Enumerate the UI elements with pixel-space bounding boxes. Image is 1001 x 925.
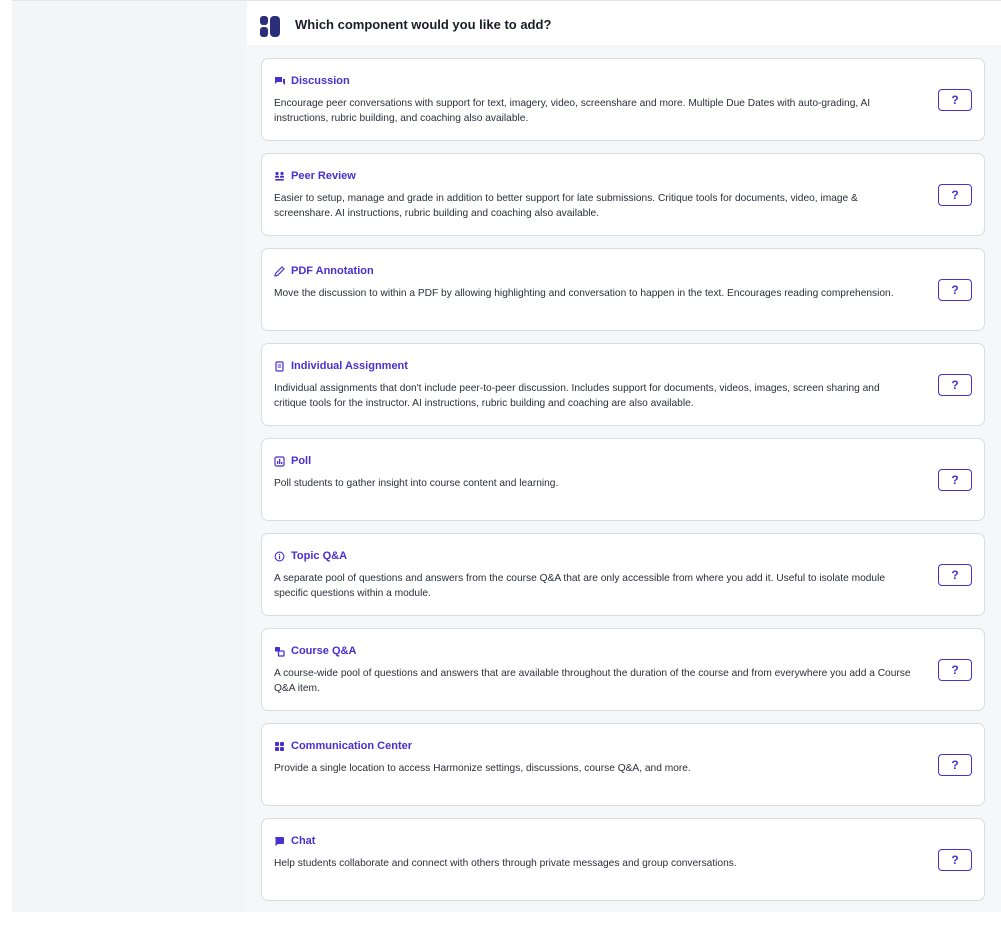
component-title-link[interactable]: Course Q&A (274, 645, 356, 657)
component-title-link[interactable]: Discussion (274, 75, 350, 87)
component-title: Individual Assignment (291, 360, 408, 372)
help-button[interactable]: ? (938, 89, 972, 111)
info-circle-icon (274, 551, 285, 561)
component-title: Discussion (291, 75, 350, 87)
discussion-icon (275, 76, 285, 85)
peer-review-icon (275, 171, 284, 181)
component-title-link[interactable]: Communication Center (274, 740, 412, 752)
component-title-link[interactable]: PDF Annotation (274, 265, 374, 277)
help-button[interactable]: ? (938, 564, 972, 586)
component-title-link[interactable]: Individual Assignment (274, 360, 408, 372)
help-button[interactable]: ? (938, 849, 972, 871)
component-description: Move the discussion to within a PDF by a… (274, 288, 894, 299)
component-description: Provide a single location to access Harm… (274, 763, 691, 774)
component-title: Peer Review (291, 170, 356, 182)
help-button[interactable]: ? (938, 659, 972, 681)
component-card-chat[interactable]: Chat Help students collaborate and connec… (261, 818, 985, 901)
component-card-poll[interactable]: Poll Poll students to gather insight into… (261, 438, 985, 521)
help-button[interactable]: ? (938, 754, 972, 776)
harmonize-logo-icon (260, 16, 280, 37)
document-icon (275, 360, 284, 372)
component-card-topic-q-a[interactable]: Topic Q&A A separate pool of questions an… (261, 533, 985, 616)
component-description: A separate pool of questions and answers… (274, 573, 886, 599)
component-title: Chat (291, 835, 316, 847)
course-qa-icon (275, 646, 285, 657)
help-button[interactable]: ? (938, 184, 972, 206)
component-title-link[interactable]: Peer Review (274, 170, 356, 182)
page-title: Which component would you like to add? (295, 17, 552, 32)
component-card-communication-center[interactable]: Communication Center Provide a single loc… (261, 723, 985, 806)
component-description: A course-wide pool of questions and answ… (274, 668, 911, 694)
component-card-peer-review[interactable]: Peer Review Easier to setup, manage and g… (261, 153, 985, 236)
component-description: Help students collaborate and connect wi… (274, 858, 737, 869)
component-title: Poll (291, 455, 312, 467)
component-title: Topic Q&A (291, 550, 348, 562)
component-card-pdf-annotation[interactable]: PDF Annotation Move the discussion to wit… (261, 248, 985, 331)
left-pane (12, 0, 247, 912)
help-button[interactable]: ? (938, 469, 972, 491)
component-description: Individual assignments that don't includ… (274, 383, 880, 409)
poll-icon (274, 455, 285, 467)
help-button[interactable]: ? (938, 374, 972, 396)
chat-bubble-icon (275, 836, 284, 846)
component-card-individual-assignment[interactable]: Individual Assignment Individual assignme… (261, 343, 985, 426)
component-description: Easier to setup, manage and grade in add… (274, 193, 858, 219)
component-description: Encourage peer conversations with suppor… (274, 98, 871, 124)
pencil-icon (274, 265, 285, 277)
component-card-discussion[interactable]: Discussion Encourage peer conversations w… (261, 58, 985, 141)
picker-header: Which component would you like to add? (247, 1, 1001, 45)
component-title-link[interactable]: Topic Q&A (274, 550, 347, 562)
component-card-course-q-a[interactable]: Course Q&A A course-wide pool of question… (261, 628, 985, 711)
help-button[interactable]: ? (938, 279, 972, 301)
component-title: Course Q&A (291, 645, 357, 657)
component-title-link[interactable]: Poll (274, 455, 311, 467)
grid-icon (275, 741, 284, 751)
component-list: Discussion Encourage peer conversations w… (261, 58, 985, 913)
component-title: PDF Annotation (291, 265, 374, 277)
component-description: Poll students to gather insight into cou… (274, 478, 559, 489)
component-title-link[interactable]: Chat (274, 835, 315, 847)
component-title: Communication Center (291, 740, 413, 752)
